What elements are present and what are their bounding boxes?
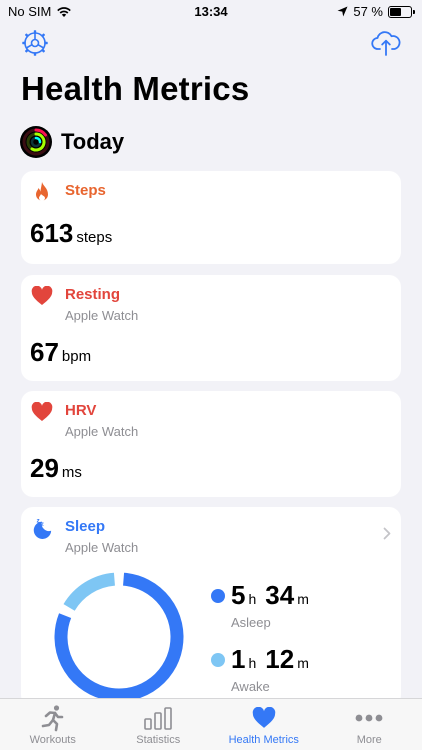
settings-button[interactable] bbox=[20, 28, 50, 58]
resting-card-header: Resting Apple Watch bbox=[31, 285, 138, 323]
awake-entry: 1 h 12 m Awake bbox=[211, 644, 309, 694]
tab-health-metrics[interactable]: Health Metrics bbox=[211, 699, 317, 750]
svg-text:z: z bbox=[37, 518, 40, 525]
awake-minutes-unit: m bbox=[297, 655, 309, 671]
tab-more-label: More bbox=[356, 734, 382, 746]
hrv-value: 29 bbox=[30, 453, 59, 483]
awake-hours: 1 bbox=[231, 644, 246, 674]
asleep-minutes: 34 bbox=[265, 580, 295, 610]
awake-value: 1 h 12 m bbox=[231, 644, 309, 675]
steps-unit: steps bbox=[76, 229, 113, 246]
awake-hours-unit: h bbox=[248, 655, 257, 671]
asleep-minutes-unit: m bbox=[297, 591, 309, 607]
donut-slice-awake bbox=[63, 572, 116, 611]
steps-metric: 613 steps bbox=[30, 218, 112, 249]
sleep-legend: 5 h 34 m Asleep 1 h 12 m Awake bbox=[211, 580, 309, 694]
location-arrow-icon bbox=[337, 6, 348, 17]
bar-chart-icon bbox=[144, 707, 173, 730]
tab-workouts[interactable]: Workouts bbox=[0, 699, 106, 750]
resting-value: 67 bbox=[30, 337, 59, 367]
resting-card[interactable]: Resting Apple Watch 67 bpm bbox=[21, 275, 401, 381]
asleep-hours-unit: h bbox=[248, 591, 257, 607]
sleep-title: Sleep bbox=[65, 518, 106, 535]
steps-value: 613 bbox=[30, 218, 74, 248]
hrv-card[interactable]: HRV Apple Watch 29 ms bbox=[21, 391, 401, 497]
asleep-entry: 5 h 34 m Asleep bbox=[211, 580, 309, 630]
awake-minutes: 12 bbox=[265, 644, 295, 674]
asleep-hours: 5 bbox=[231, 580, 246, 610]
today-section-header: Today bbox=[20, 126, 124, 158]
tab-workouts-label: Workouts bbox=[29, 734, 76, 746]
resting-metric: 67 bpm bbox=[30, 337, 91, 368]
today-label: Today bbox=[61, 129, 125, 154]
status-bar: No SIM 13:34 57 % bbox=[0, 0, 422, 22]
resting-unit: bpm bbox=[61, 348, 92, 365]
running-figure-icon bbox=[41, 705, 64, 732]
battery-icon bbox=[388, 5, 415, 18]
steps-card-header: Steps bbox=[31, 181, 106, 203]
tab-more[interactable]: More bbox=[317, 699, 422, 750]
sleep-card[interactable]: z z Sleep Apple Watch 5 h 34 m Asleep 1 … bbox=[21, 507, 401, 707]
activity-rings-icon bbox=[20, 126, 52, 158]
status-right: 57 % bbox=[337, 4, 415, 19]
asleep-value: 5 h 34 m bbox=[231, 580, 309, 611]
battery-level bbox=[390, 7, 402, 16]
cloud-upload-icon bbox=[371, 31, 401, 56]
page-title: Health Metrics bbox=[21, 70, 250, 107]
hrv-metric: 29 ms bbox=[30, 453, 82, 484]
awake-dot bbox=[211, 652, 225, 667]
sleep-donut-chart bbox=[54, 572, 184, 702]
resting-source: Apple Watch bbox=[65, 308, 139, 323]
chevron-right-icon bbox=[383, 527, 391, 540]
hrv-title: HRV bbox=[65, 402, 97, 419]
flame-icon bbox=[31, 181, 53, 203]
asleep-dot bbox=[211, 588, 225, 603]
steps-card[interactable]: Steps 613 steps bbox=[21, 171, 401, 264]
battery-percent: 57 % bbox=[353, 4, 383, 19]
sleep-moon-icon: z z bbox=[31, 517, 53, 539]
heart-icon bbox=[31, 401, 53, 423]
upload-button[interactable] bbox=[371, 28, 401, 58]
svg-text:z: z bbox=[41, 521, 44, 527]
tab-health-metrics-label: Health Metrics bbox=[228, 734, 299, 746]
heart-icon bbox=[31, 285, 53, 307]
sleep-source: Apple Watch bbox=[65, 540, 139, 555]
tab-bar: Workouts Statistics Health Metrics More bbox=[0, 698, 422, 750]
hrv-source: Apple Watch bbox=[65, 424, 139, 439]
asleep-label: Asleep bbox=[231, 615, 271, 630]
hrv-unit: ms bbox=[61, 464, 82, 481]
ellipsis-icon bbox=[355, 714, 383, 722]
sleep-card-header: z z Sleep Apple Watch bbox=[31, 517, 138, 555]
tab-statistics[interactable]: Statistics bbox=[106, 699, 212, 750]
resting-title: Resting bbox=[65, 286, 121, 303]
awake-label: Awake bbox=[231, 679, 270, 694]
steps-title: Steps bbox=[65, 182, 106, 199]
heart-icon bbox=[252, 707, 275, 728]
hrv-card-header: HRV Apple Watch bbox=[31, 401, 138, 439]
gear-icon bbox=[22, 30, 48, 56]
tab-statistics-label: Statistics bbox=[136, 734, 181, 746]
